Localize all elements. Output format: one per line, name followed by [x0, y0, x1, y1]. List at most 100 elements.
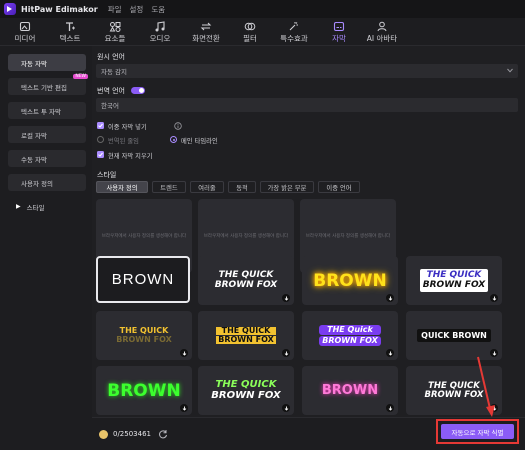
sidebar-item-manual-subtitle[interactable]: 수동 자막: [8, 150, 86, 167]
download-icon[interactable]: [282, 404, 290, 412]
main-toolbar: 미디어 텍스트 요소들 오디오 화면전환 필터 특수효과 자막 AI 아바타: [0, 18, 525, 46]
tab-media-label: 미디어: [14, 34, 36, 43]
translate-language-dropdown[interactable]: 한국어: [96, 98, 518, 112]
menu-settings[interactable]: 설정: [130, 4, 144, 15]
tab-text[interactable]: 텍스트: [55, 18, 85, 46]
radio-translated-only[interactable]: [97, 136, 104, 143]
sidebar-item-local-subtitle[interactable]: 로컬 자막: [8, 126, 86, 143]
preset-card[interactable]: THE QUICK BROWN FOX: [198, 366, 294, 415]
source-language-value: 자동 감지: [101, 68, 127, 76]
placeholder-text: 브라우저에서 사용자 정의를 생성해야 합니다: [305, 234, 391, 239]
tab-subtitle-label: 자막: [332, 34, 346, 43]
text-icon: [63, 20, 77, 32]
download-icon[interactable]: [180, 349, 188, 357]
preset-text: THE Quick BROWN FOX: [319, 324, 381, 347]
download-icon[interactable]: [282, 294, 290, 302]
audio-icon: [153, 20, 167, 32]
style-tab-multiline[interactable]: 여러줄: [190, 181, 224, 193]
sidebar-item-auto-subtitle[interactable]: 자동 자막: [8, 54, 86, 71]
style-tab-label: 이중 언어: [326, 184, 352, 192]
info-icon[interactable]: [174, 122, 182, 130]
tab-audio[interactable]: 오디오: [145, 18, 175, 46]
preset-card[interactable]: BROWN: [96, 256, 190, 303]
preset-text-line1: THE Quick: [319, 324, 381, 335]
preset-text: THE QUICK BROWN FOX: [215, 270, 277, 290]
radio-main-timeline[interactable]: [170, 136, 177, 143]
sidebar-item-label: 텍스트 투 자막: [21, 107, 62, 116]
media-icon: [18, 20, 32, 32]
tab-ai-avatar[interactable]: AI 아바타: [362, 18, 402, 46]
placeholder-text: 브라우저에서 사용자 정의를 생성해야 합니다: [101, 234, 187, 239]
coin-icon: [99, 430, 108, 439]
sidebar-item-text-to-subtitle[interactable]: 텍스트 투 자막: [8, 102, 86, 119]
style-tab-dynamic[interactable]: 동적: [228, 181, 256, 193]
refresh-icon[interactable]: [158, 429, 168, 439]
preset-text: THE QUICK BROWN FOX: [211, 379, 280, 401]
menu-file[interactable]: 파일: [108, 4, 122, 15]
download-icon[interactable]: [490, 294, 498, 302]
tab-subtitle[interactable]: 자막: [326, 18, 352, 46]
subtitle-sidebar: 자동 자막 텍스트 기반 편집 NEW 텍스트 투 자막 로컬 자막 수동 자막 …: [0, 46, 92, 450]
download-icon[interactable]: [386, 404, 394, 412]
preset-card[interactable]: THE Quick BROWN FOX: [302, 311, 398, 360]
download-icon[interactable]: [386, 349, 394, 357]
preset-card[interactable]: QUICK BROWN: [406, 311, 502, 360]
tab-ai-avatar-label: AI 아바타: [366, 34, 398, 43]
tab-transition[interactable]: 화면전환: [188, 18, 224, 46]
auto-identify-subtitle-button[interactable]: 자동으로 자막 식별: [441, 424, 514, 439]
style-tab-custom[interactable]: 사용자 정의: [96, 181, 148, 193]
tab-filter-label: 필터: [243, 34, 257, 43]
preset-text-line2: BROWN FOX: [116, 334, 172, 344]
sidebar-item-text-edit[interactable]: 텍스트 기반 편집 NEW: [8, 74, 88, 95]
source-language-dropdown[interactable]: 자동 감지: [96, 64, 518, 78]
clear-subtitle-checkbox[interactable]: [97, 151, 104, 158]
dual-subtitle-label: 이중 자막 넣기: [108, 124, 147, 131]
preset-card[interactable]: BROWN: [302, 366, 398, 415]
style-tab-brightest[interactable]: 가장 밝은 부분: [260, 181, 314, 193]
subtitle-icon: [332, 20, 346, 32]
preset-text: BROWN: [111, 271, 175, 288]
preset-text: QUICK BROWN: [417, 329, 491, 342]
check-icon: [98, 123, 103, 128]
radio-translated-only-label: 번역된 줄임: [108, 138, 139, 145]
tab-effects[interactable]: 특수효과: [276, 18, 312, 46]
style-tab-label: 트렌드: [160, 184, 178, 192]
preset-card[interactable]: BROWN: [302, 256, 398, 305]
dual-subtitle-checkbox[interactable]: [97, 122, 104, 129]
download-icon[interactable]: [386, 294, 394, 302]
style-tab-trend[interactable]: 트렌드: [152, 181, 186, 193]
preset-text: BROWN: [313, 270, 387, 291]
preset-text: THE QUICK BROWN FOX: [216, 326, 276, 345]
preset-card[interactable]: THE QUICK BROWN FOX: [406, 256, 502, 305]
preset-text-line1: THE QUICK: [216, 326, 276, 335]
preset-card[interactable]: THE QUICK BROWN FOX: [96, 311, 192, 360]
style-tab-bilingual[interactable]: 이중 언어: [318, 181, 360, 193]
sidebar-item-style[interactable]: ▶ 스타일: [8, 198, 86, 215]
style-tab-label: 가장 밝은 부분: [267, 184, 307, 192]
style-tab-label: 여러줄: [198, 184, 216, 192]
placeholder-text: 브라우저에서 사용자 정의를 생성해야 합니다: [203, 234, 289, 239]
download-icon[interactable]: [180, 404, 188, 412]
effects-icon: [287, 20, 301, 32]
sidebar-item-custom[interactable]: 사용자 정의: [8, 174, 86, 191]
tab-audio-label: 오디오: [149, 34, 171, 43]
tab-elements-label: 요소들: [104, 34, 126, 43]
preset-card[interactable]: THE QUICK BROWN FOX: [198, 311, 294, 360]
preset-text: BROWN: [107, 380, 181, 401]
preset-card[interactable]: BROWN: [96, 366, 192, 415]
download-icon[interactable]: [282, 349, 290, 357]
tab-media[interactable]: 미디어: [10, 18, 40, 46]
transition-icon: [199, 20, 213, 32]
sidebar-item-label: 텍스트 기반 편집: [21, 83, 67, 92]
tab-elements[interactable]: 요소들: [100, 18, 130, 46]
menu-help[interactable]: 도움: [151, 4, 165, 15]
radio-main-timeline-label: 메인 타임라인: [181, 138, 218, 145]
ai-avatar-icon: [375, 20, 389, 32]
tab-filter[interactable]: 필터: [238, 18, 262, 46]
preset-card[interactable]: THE QUICK BROWN FOX: [198, 256, 294, 305]
app-logo-icon: [4, 3, 16, 15]
translate-language-value: 한국어: [101, 102, 119, 110]
app-title: HitPaw Edimakor: [21, 4, 98, 14]
tab-transition-label: 화면전환: [192, 34, 220, 43]
translate-toggle[interactable]: [131, 87, 145, 94]
